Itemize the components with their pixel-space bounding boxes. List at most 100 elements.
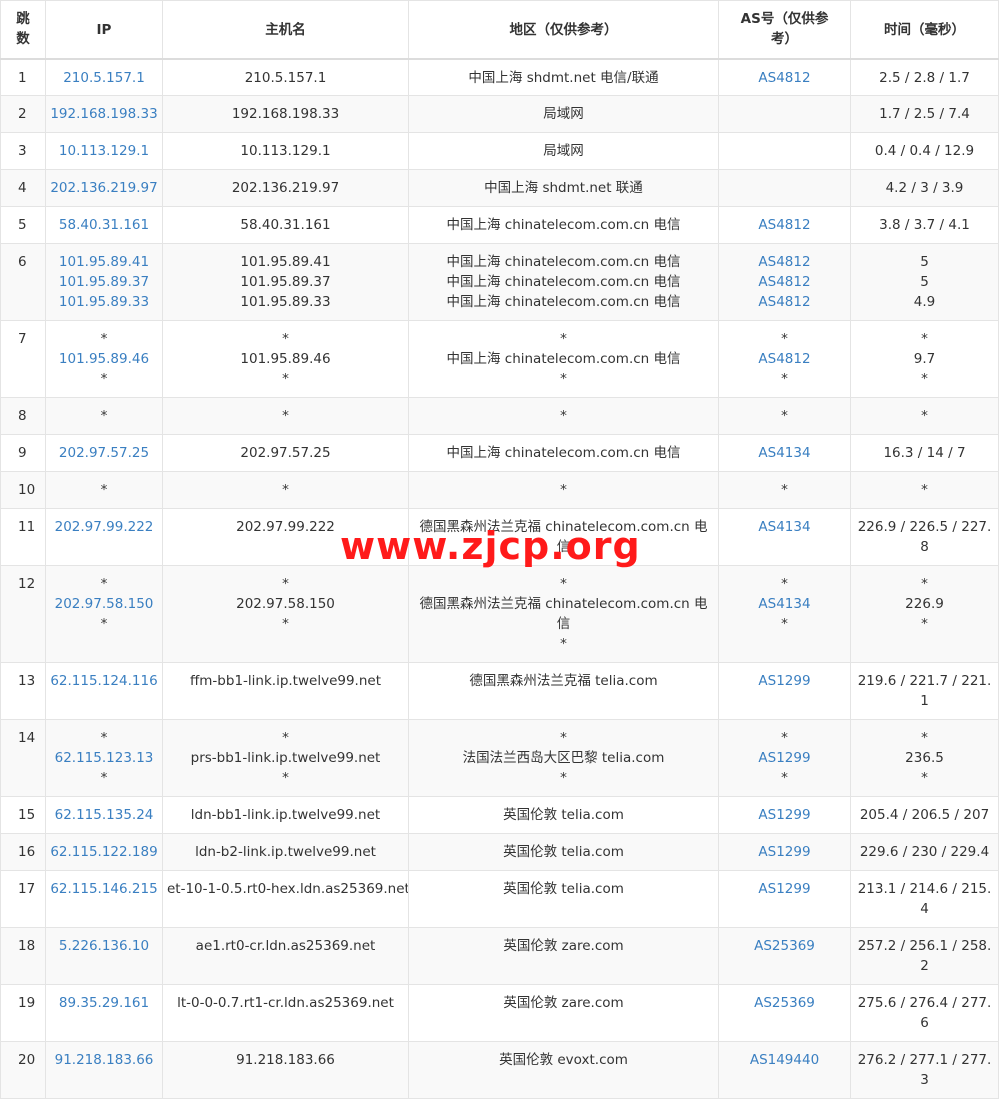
hostname-text: 202.136.219.97 [231,180,340,196]
as-link[interactable]: AS4812 [723,215,846,235]
hostname-cell: 192.168.198.33 [162,95,409,133]
ip-link[interactable]: 101.95.89.37 [50,272,158,292]
ip-link[interactable]: 62.115.135.24 [50,805,158,825]
header-region: 地区（仅供参考） [408,0,719,59]
hop-number: 13 [0,662,46,720]
ip-cell: 101.95.89.41 101.95.89.37 101.95.89.33 [45,243,163,321]
ip-link[interactable]: 10.113.129.1 [50,141,158,161]
hostname-cell: * 202.97.58.150 * [162,565,409,663]
hostname-text: ffm-bb1-link.ip.twelve99.net [189,673,381,689]
hop-number: 20 [0,1041,46,1099]
ip-link[interactable]: 5.226.136.10 [50,936,158,956]
time-text: 213.1 / 214.6 / 215.4 [857,881,992,917]
ip-link[interactable]: 202.97.99.222 [50,517,158,537]
ip-link[interactable]: 58.40.31.161 [50,215,158,235]
hop-number: 15 [0,796,46,834]
region-text: 英国伦敦 evoxt.com [499,1052,628,1068]
ip-link[interactable]: 202.97.57.25 [50,443,158,463]
hop-number: 7 [0,320,46,398]
hostname-text: ldn-bb1-link.ip.twelve99.net [190,807,381,823]
as-link[interactable]: AS4134 [723,443,846,463]
ip-text: * [100,331,108,347]
region-cell: 局域网 [408,132,719,170]
as-text: * [781,408,788,424]
region-cell: 德国黑森州法兰克福 telia.com [408,662,719,720]
region-cell: * 中国上海 chinatelecom.com.cn 电信 * [408,320,719,398]
as-link[interactable]: AS4134 [723,517,846,537]
ip-text: * [100,371,108,387]
header-time: 时间（毫秒） [850,0,999,59]
table-row: 1 210.5.157.1 210.5.157.1 中国上海 shdmt.net 电信… [0,58,999,96]
hostname-cell: ffm-bb1-link.ip.twelve99.net [162,662,409,720]
ip-link[interactable]: 210.5.157.1 [50,68,158,88]
as-link[interactable]: AS4134 [723,594,846,614]
region-text: * [560,730,567,746]
table-row: 9 202.97.57.25 202.97.57.25 中国上海 chinatelec… [0,434,999,472]
as-link[interactable]: AS149440 [723,1050,846,1070]
hostname-cell: * [162,397,409,435]
ip-link[interactable]: 89.35.29.161 [50,993,158,1013]
ip-link[interactable]: 62.115.123.13 [50,748,158,768]
region-cell: 德国黑森州法兰克福 chinatelecom.com.cn 电信 [408,508,719,566]
ip-link[interactable]: 62.115.146.215 [50,879,158,899]
as-cell: * [718,471,851,509]
as-link[interactable]: AS25369 [723,993,846,1013]
ip-link[interactable]: 62.115.124.116 [50,671,158,691]
ip-link[interactable]: 202.97.58.150 [50,594,158,614]
as-text: * [781,482,788,498]
as-link[interactable]: AS25369 [723,936,846,956]
hostname-text: * [282,730,289,746]
as-link[interactable]: AS1299 [723,842,846,862]
as-link[interactable]: AS4812 [723,272,846,292]
table-row: 7 * 101.95.89.46 * * 101.95.89.46 * * 中国上海 china… [0,320,999,398]
as-link[interactable]: AS4812 [723,68,846,88]
ip-link[interactable]: 101.95.89.33 [50,292,158,312]
time-text: * [921,770,928,786]
table-row: 4 202.136.219.97 202.136.219.97 中国上海 shdmt.… [0,169,999,207]
region-text: * [560,482,567,498]
ip-link[interactable]: 202.136.219.97 [50,178,158,198]
hostname-text: 202.97.57.25 [240,445,331,461]
as-cell: * AS1299 * [718,719,851,797]
as-cell [718,95,851,133]
table-row: 12 * 202.97.58.150 * * 202.97.58.150 * * 德国黑森州法兰… [0,565,999,663]
ip-link[interactable]: 192.168.198.33 [50,104,158,124]
time-text: 275.6 / 276.4 / 277.6 [857,995,992,1031]
region-text: * [560,636,567,652]
hostname-text: 101.95.89.46 [240,351,331,367]
ip-cell: * [45,397,163,435]
time-cell: * 236.5 * [850,719,999,797]
ip-link[interactable]: 101.95.89.46 [50,349,158,369]
ip-cell: 202.97.99.222 [45,508,163,566]
as-link[interactable]: AS4812 [723,349,846,369]
region-text: 英国伦敦 zare.com [503,938,624,954]
ip-cell: 192.168.198.33 [45,95,163,133]
hostname-text: * [282,576,289,592]
as-link[interactable]: AS4812 [723,252,846,272]
time-cell: * 9.7 * [850,320,999,398]
time-cell: 213.1 / 214.6 / 215.4 [850,870,999,928]
region-text: 中国上海 chinatelecom.com.cn 电信 [446,217,681,233]
ip-link[interactable]: 62.115.122.189 [50,842,158,862]
ip-link[interactable]: 101.95.89.41 [50,252,158,272]
as-link[interactable]: AS4812 [723,292,846,312]
hostname-text: 101.95.89.37 [240,274,331,290]
region-cell: 英国伦敦 evoxt.com [408,1041,719,1099]
hostname-text: 101.95.89.33 [240,294,331,310]
time-text: 3.8 / 3.7 / 4.1 [879,217,970,233]
as-link[interactable]: AS1299 [723,805,846,825]
time-cell: 205.4 / 206.5 / 207 [850,796,999,834]
time-text: 1.7 / 2.5 / 7.4 [879,106,970,122]
as-link[interactable]: AS1299 [723,879,846,899]
as-link[interactable]: AS1299 [723,671,846,691]
region-cell: 英国伦敦 telia.com [408,833,719,871]
hostname-text: * [282,482,289,498]
ip-cell: 5.226.136.10 [45,927,163,985]
as-cell: AS4812 [718,206,851,244]
time-cell: 219.6 / 221.7 / 221.1 [850,662,999,720]
hostname-text: 91.218.183.66 [236,1052,335,1068]
ip-link[interactable]: 91.218.183.66 [50,1050,158,1070]
table-row: 15 62.115.135.24 ldn-bb1-link.ip.twelve99.… [0,796,999,834]
as-link[interactable]: AS1299 [723,748,846,768]
hostname-text: * [282,408,289,424]
